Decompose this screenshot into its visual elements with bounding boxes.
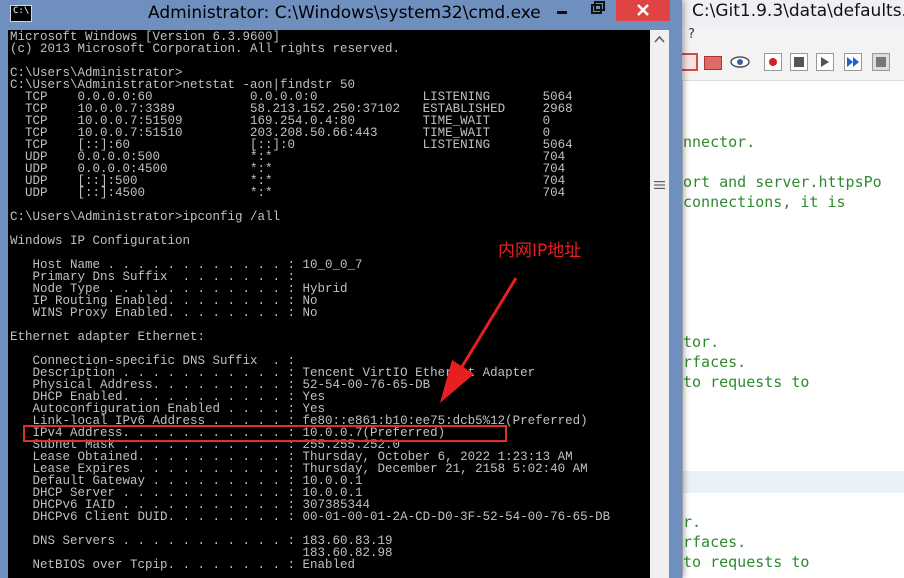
help-menu[interactable]: ? [688, 27, 695, 42]
code-line: rfaces. [683, 353, 747, 371]
preview-eye-icon[interactable] [730, 53, 750, 71]
record-macro-icon[interactable] [764, 53, 782, 71]
annotation-label: 内网IP地址 [498, 241, 582, 261]
current-line-highlight [683, 471, 904, 493]
folder-icon[interactable] [704, 56, 722, 70]
play-icon[interactable] [816, 53, 834, 71]
cmd-icon-text: C:\ [13, 6, 30, 16]
code-line: tor. [683, 333, 720, 351]
console-line: C:\Users\Administrator>ipconfig /all [10, 210, 281, 224]
console-line: NetBIOS over Tcpip. . . . . . . . : Enab… [10, 558, 356, 572]
code-line: to requests to [683, 553, 810, 571]
editor-code-area[interactable]: nnector. ort and server.httpsPo connecti… [683, 81, 904, 578]
close-icon [637, 4, 649, 16]
run-multiple-icon[interactable] [844, 53, 862, 71]
console-output[interactable]: Microsoft Windows [Version 6.3.9600] (c) … [8, 30, 650, 578]
open-folder-icon[interactable] [680, 53, 698, 71]
cmd-window: C:\ Administrator: C:\Windows\system32\c… [0, 0, 682, 578]
minimize-button[interactable] [546, 0, 578, 21]
editor-window: C:\Git1.9.3\data\defaults.p ? nnector. o… [660, 0, 904, 578]
close-button[interactable] [616, 0, 670, 21]
maximize-icon [591, 1, 605, 14]
scroll-up-button[interactable] [650, 30, 669, 49]
editor-title-bar[interactable]: C:\Git1.9.3\data\defaults.p [660, 0, 904, 26]
console-scrollbar[interactable] [650, 30, 669, 578]
console-line: Windows IP Configuration [10, 234, 191, 248]
editor-title: C:\Git1.9.3\data\defaults.p [692, 1, 904, 21]
code-line: rfaces. [683, 533, 747, 551]
editor-menu-bar: ? [660, 26, 904, 46]
console-line: WINS Proxy Enabled. . . . . . . . : No [10, 306, 318, 320]
code-line: ort and server.httpsPo [683, 173, 882, 191]
console-line: (c) 2013 Microsoft Corporation. All righ… [10, 42, 401, 56]
chevron-up-icon [654, 35, 665, 43]
code-line: r. [683, 513, 702, 531]
minimize-icon [557, 11, 567, 14]
editor-toolbar [660, 46, 904, 81]
save-macro-icon[interactable] [872, 53, 890, 71]
maximize-button[interactable] [580, 0, 614, 21]
cmd-prompt-icon[interactable]: C:\ [10, 5, 32, 22]
cmd-title: Administrator: C:\Windows\system32\cmd.e… [148, 3, 541, 23]
code-line: to requests to [683, 373, 810, 391]
cmd-title-bar[interactable]: C:\ Administrator: C:\Windows\system32\c… [0, 0, 682, 30]
stop-icon[interactable] [790, 53, 808, 71]
console-line: Ethernet adapter Ethernet: [10, 330, 206, 344]
ipv4-highlight-box [23, 425, 507, 442]
scroll-grip-icon[interactable] [654, 176, 665, 189]
code-line: nnector. [683, 133, 756, 151]
console-line: DHCPv6 Client DUID. . . . . . . . : 00-0… [10, 510, 611, 524]
code-line: connections, it is [683, 193, 846, 211]
console-line: UDP [::]:4500 *:* 704 [10, 186, 566, 200]
